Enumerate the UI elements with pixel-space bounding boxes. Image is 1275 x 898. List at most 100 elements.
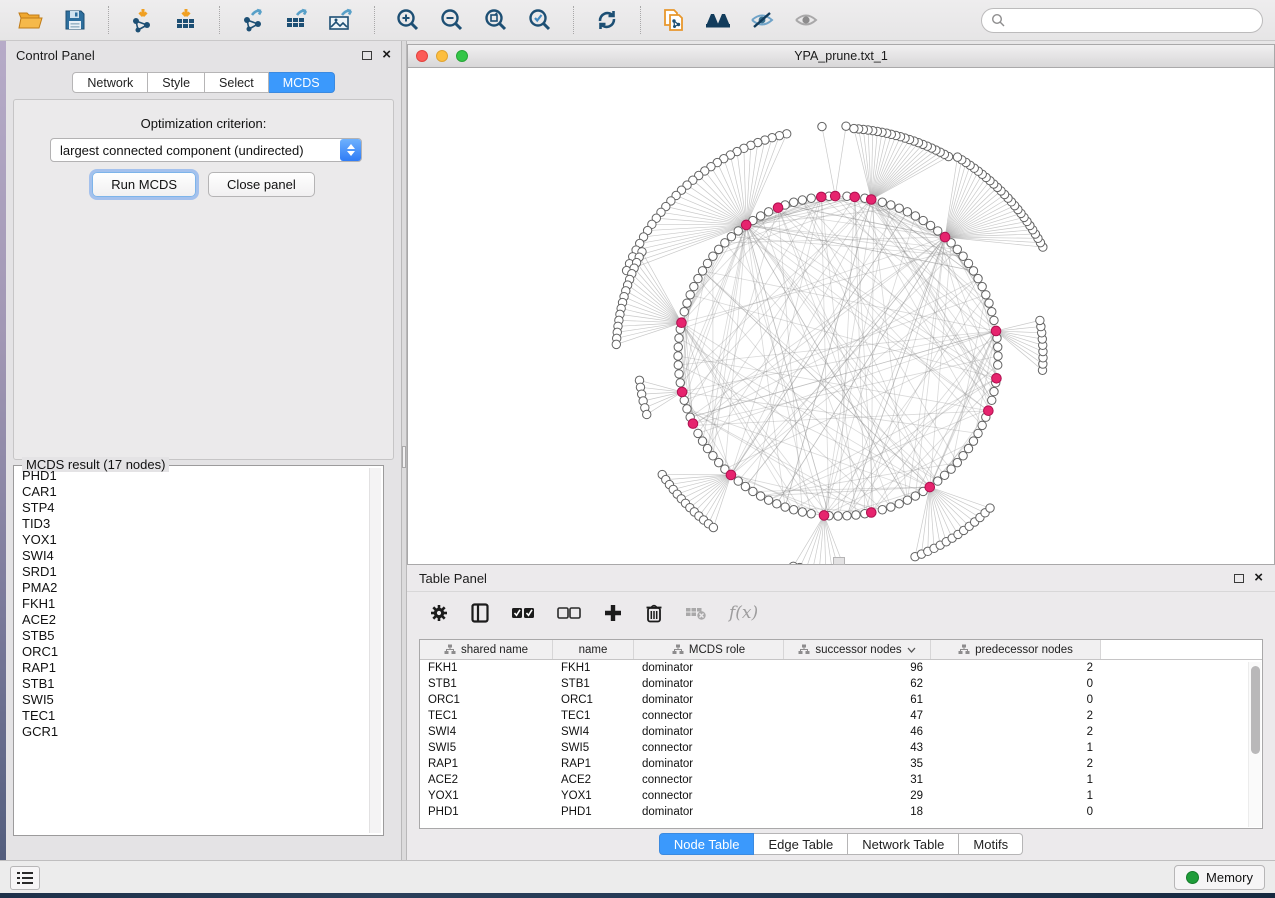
splitter-grip[interactable] (402, 446, 406, 468)
tab-motifs[interactable]: Motifs (959, 833, 1023, 855)
unchecked-boxes-icon (557, 606, 581, 620)
import-network-button[interactable] (123, 4, 161, 36)
column-header-empty (1101, 640, 1262, 659)
table-cell: FKH1 (420, 660, 553, 676)
table-cell: 35 (784, 756, 931, 772)
first-neighbors-button[interactable] (699, 4, 737, 36)
table-row[interactable]: ORC1ORC1dominator610 (420, 692, 1262, 708)
table-cell: FKH1 (553, 660, 634, 676)
table-row[interactable]: RAP1RAP1dominator352 (420, 756, 1262, 772)
horizontal-splitter-grip[interactable] (833, 557, 845, 565)
mcds-result-item[interactable]: SWI4 (16, 548, 369, 564)
column-header-MCDS-role[interactable]: MCDS role (634, 640, 784, 659)
mcds-result-item[interactable]: STB5 (16, 628, 369, 644)
open-session-button[interactable] (12, 4, 50, 36)
float-table-panel-icon[interactable] (1234, 574, 1244, 583)
close-panel-button[interactable]: Close panel (208, 172, 315, 197)
mcds-result-list[interactable]: PHD1CAR1STP4TID3YOX1SWI4SRD1PMA2FKH1ACE2… (16, 468, 369, 833)
mcds-result-box: MCDS result (17 nodes) PHD1CAR1STP4TID3Y… (13, 465, 384, 836)
close-panel-icon[interactable]: × (382, 50, 391, 60)
toolbar-separator (219, 6, 220, 34)
table-row[interactable]: TEC1TEC1connector472 (420, 708, 1262, 724)
hide-selected-button[interactable] (743, 4, 781, 36)
zoom-out-button[interactable] (433, 4, 471, 36)
mcds-result-item[interactable]: STB1 (16, 676, 369, 692)
network-window-titlebar[interactable]: YPA_prune.txt_1 (408, 45, 1274, 68)
table-scrollbar[interactable] (1248, 662, 1261, 827)
network-graph[interactable] (408, 68, 1274, 564)
eye-slash-icon (748, 8, 776, 32)
table-row[interactable]: SWI5SWI5connector431 (420, 740, 1262, 756)
table-row[interactable]: YOX1YOX1connector291 (420, 788, 1262, 804)
export-table-button[interactable] (278, 4, 316, 36)
mcds-result-item[interactable]: SWI5 (16, 692, 369, 708)
column-header-predecessor-nodes[interactable]: predecessor nodes (931, 640, 1101, 659)
float-panel-icon[interactable] (362, 51, 372, 60)
desktop-background-bottom (0, 893, 1275, 898)
deselect-all-button[interactable] (557, 606, 581, 620)
zoom-selected-button[interactable] (521, 4, 559, 36)
mcds-result-item[interactable]: TID3 (16, 516, 369, 532)
tab-edge-table[interactable]: Edge Table (754, 833, 848, 855)
binoculars-icon (703, 8, 733, 32)
table-options-button[interactable] (429, 603, 449, 623)
mcds-result-item[interactable]: PHD1 (16, 468, 369, 484)
memory-button[interactable]: Memory (1174, 865, 1265, 890)
table-cell: 2 (931, 708, 1101, 724)
table-row[interactable]: ACE2ACE2connector311 (420, 772, 1262, 788)
tab-style[interactable]: Style (148, 72, 205, 93)
search-input[interactable] (1011, 13, 1253, 27)
table-cell: 18 (784, 804, 931, 820)
new-network-from-selection-button[interactable] (655, 4, 693, 36)
mcds-result-item[interactable]: TEC1 (16, 708, 369, 724)
mcds-result-item[interactable]: SRD1 (16, 564, 369, 580)
table-scrollbar-thumb[interactable] (1251, 666, 1260, 754)
table-row[interactable]: SWI4SWI4dominator462 (420, 724, 1262, 740)
table-row[interactable]: STB1STB1dominator620 (420, 676, 1262, 692)
table-cell: 62 (784, 676, 931, 692)
table-cell: SWI4 (553, 724, 634, 740)
column-header-name[interactable]: name (553, 640, 634, 659)
status-bar: Memory (0, 860, 1275, 893)
tab-network-table[interactable]: Network Table (848, 833, 959, 855)
mcds-result-item[interactable]: STP4 (16, 500, 369, 516)
show-all-button[interactable] (787, 4, 825, 36)
tab-select[interactable]: Select (205, 72, 269, 93)
zoom-fit-icon (483, 7, 509, 33)
close-table-panel-icon[interactable]: × (1254, 573, 1263, 583)
column-browser-button[interactable] (471, 603, 489, 623)
tab-mcds[interactable]: MCDS (269, 72, 335, 93)
mcds-result-item[interactable]: YOX1 (16, 532, 369, 548)
save-session-button[interactable] (56, 4, 94, 36)
table-cell: 2 (931, 756, 1101, 772)
table-row[interactable]: PHD1PHD1dominator180 (420, 804, 1262, 820)
network-canvas[interactable] (408, 68, 1274, 564)
mcds-result-item[interactable]: RAP1 (16, 660, 369, 676)
run-mcds-button[interactable]: Run MCDS (92, 172, 196, 197)
apply-layout-button[interactable] (588, 4, 626, 36)
show-task-history-button[interactable] (10, 866, 40, 890)
mcds-result-item[interactable]: PMA2 (16, 580, 369, 596)
mcds-result-item[interactable]: GCR1 (16, 724, 369, 740)
export-image-button[interactable] (322, 4, 360, 36)
zoom-fit-button[interactable] (477, 4, 515, 36)
column-header-shared-name[interactable]: shared name (420, 640, 553, 659)
criterion-dropdown[interactable]: largest connected component (undirected) (50, 138, 362, 162)
table-cell: TEC1 (553, 708, 634, 724)
table-row[interactable]: FKH1FKH1dominator962 (420, 660, 1262, 676)
tab-node-table[interactable]: Node Table (659, 833, 755, 855)
import-table-button[interactable] (167, 4, 205, 36)
column-header-successor-nodes[interactable]: successor nodes (784, 640, 931, 659)
search-field[interactable] (981, 8, 1263, 33)
mcds-result-item[interactable]: ORC1 (16, 644, 369, 660)
tab-network[interactable]: Network (72, 72, 148, 93)
zoom-in-button[interactable] (389, 4, 427, 36)
mcds-list-scrollbar[interactable] (369, 468, 381, 833)
add-column-button[interactable] (603, 603, 623, 623)
mcds-result-item[interactable]: CAR1 (16, 484, 369, 500)
mcds-result-item[interactable]: FKH1 (16, 596, 369, 612)
mcds-result-item[interactable]: ACE2 (16, 612, 369, 628)
delete-column-button[interactable] (645, 603, 663, 623)
select-all-button[interactable] (511, 606, 535, 620)
export-network-button[interactable] (234, 4, 272, 36)
